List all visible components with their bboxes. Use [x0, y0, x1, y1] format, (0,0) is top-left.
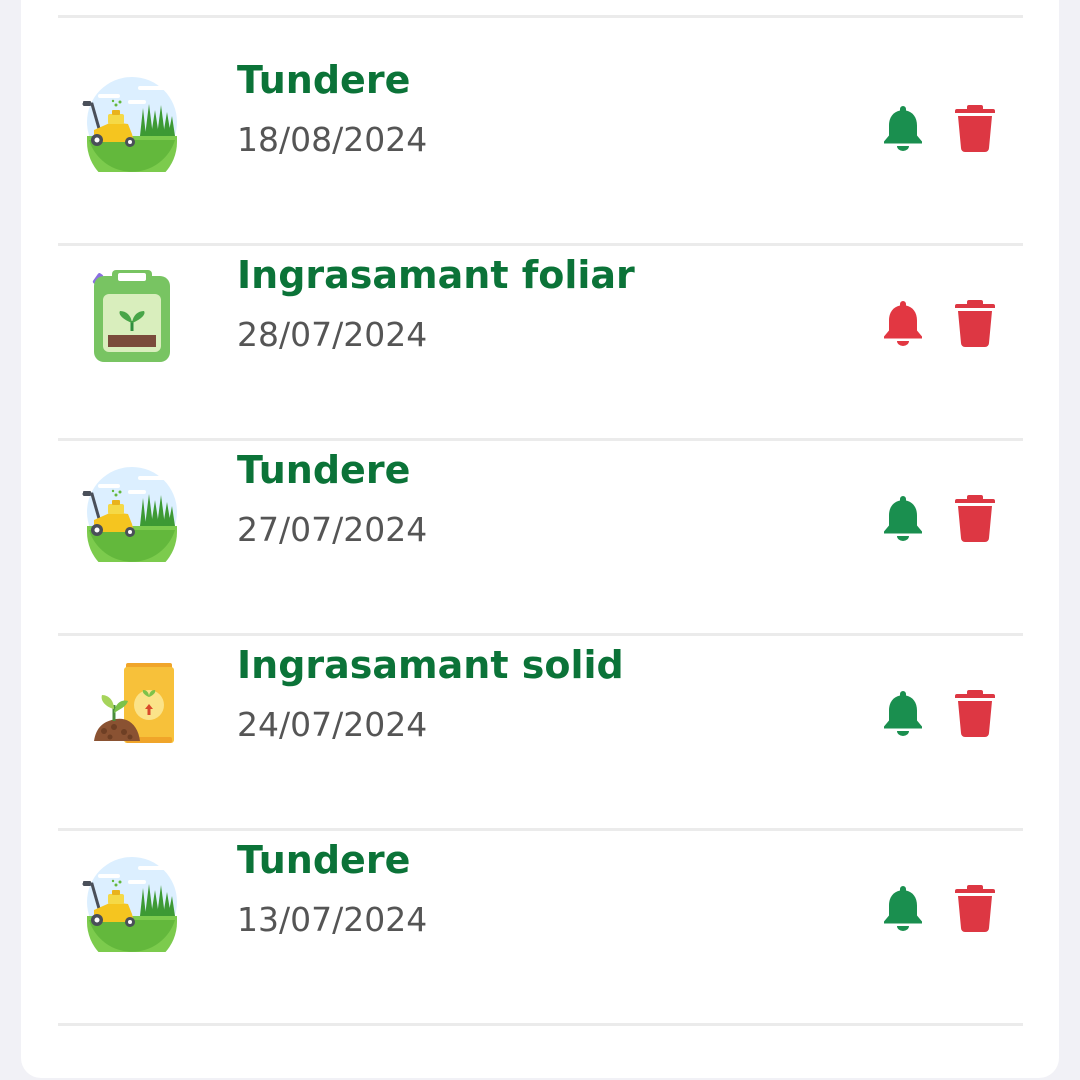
lawn-mower-icon: [82, 72, 182, 172]
task-title: Ingrasamant foliar: [237, 253, 635, 297]
trash-icon[interactable]: [955, 104, 995, 152]
task-row[interactable]: Ingrasamant foliar 28/07/2024: [21, 213, 1059, 408]
task-title: Tundere: [237, 448, 411, 492]
bell-icon[interactable]: [881, 689, 925, 737]
task-row[interactable]: Tundere 27/07/2024: [21, 408, 1059, 603]
task-list-card: Tundere 18/08/2024 Ingrasamant foliar 28…: [21, 0, 1059, 1078]
task-title: Tundere: [237, 58, 411, 102]
task-date: 27/07/2024: [237, 510, 428, 549]
task-date: 28/07/2024: [237, 315, 428, 354]
trash-icon[interactable]: [955, 494, 995, 542]
task-date: 18/08/2024: [237, 120, 428, 159]
lawn-mower-icon: [82, 852, 182, 952]
task-date: 24/07/2024: [237, 705, 428, 744]
task-title: Ingrasamant solid: [237, 643, 624, 687]
bell-icon[interactable]: [881, 884, 925, 932]
lawn-mower-icon: [82, 462, 182, 562]
trash-icon[interactable]: [955, 884, 995, 932]
fertilizer-bag-icon: [82, 657, 182, 757]
task-date: 13/07/2024: [237, 900, 428, 939]
bell-icon[interactable]: [881, 494, 925, 542]
task-title: Tundere: [237, 838, 411, 882]
fertilizer-canister-icon: [82, 267, 182, 367]
task-row[interactable]: Tundere 13/07/2024: [21, 798, 1059, 993]
task-row[interactable]: Ingrasamant solid 24/07/2024: [21, 603, 1059, 798]
trash-icon[interactable]: [955, 299, 995, 347]
task-row[interactable]: Tundere 18/08/2024: [21, 18, 1059, 213]
trash-icon[interactable]: [955, 689, 995, 737]
divider: [58, 1023, 1023, 1026]
bell-icon[interactable]: [881, 299, 925, 347]
bell-icon[interactable]: [881, 104, 925, 152]
